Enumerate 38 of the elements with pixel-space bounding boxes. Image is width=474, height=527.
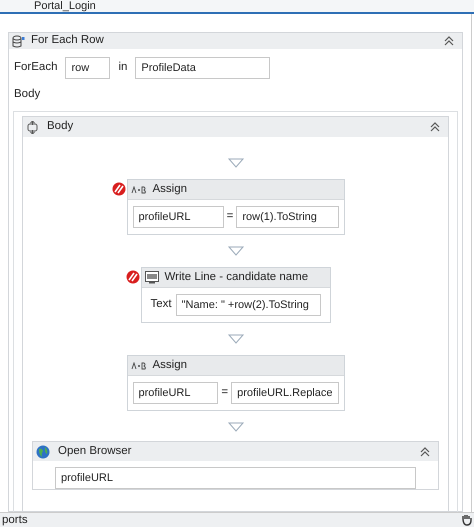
equals-sign: =: [226, 209, 234, 224]
globe-icon: [36, 444, 50, 458]
document-tab[interactable]: Portal_Login: [34, 0, 96, 12]
activity-title: Assign: [152, 182, 188, 197]
target-field[interactable]: profileURL: [132, 382, 218, 404]
sequence-icon: [26, 120, 39, 134]
database-icon: [12, 34, 25, 48]
hand-icon: [462, 514, 472, 526]
url-field[interactable]: profileURL: [55, 467, 416, 489]
drop-target-icon: [228, 246, 244, 256]
equals-sign: =: [221, 385, 228, 400]
activity-card[interactable]: Write Line - candidate name Text "Name: " +row(2).ToString: [140, 267, 330, 323]
panel-title: Body: [47, 119, 74, 134]
drop-target-icon: [228, 422, 244, 432]
activity-card[interactable]: Assign profileURL = profileURL.Replace: [126, 355, 344, 411]
panel-tab[interactable]: ports: [2, 514, 28, 526]
value-field[interactable]: profileURL.Replace: [231, 382, 338, 404]
body-label: Body: [14, 88, 40, 100]
value-field[interactable]: row(1).ToString: [236, 206, 338, 228]
item-field[interactable]: row: [65, 57, 110, 79]
in-label: in: [118, 60, 128, 76]
activity-card[interactable]: Assign profileURL = row(1).ToString: [126, 179, 344, 235]
assign-icon: [130, 362, 146, 370]
activity-title: Assign: [152, 358, 188, 373]
drop-target-icon: [228, 158, 244, 168]
collapse-icon[interactable]: [419, 446, 431, 458]
target-field[interactable]: profileURL: [132, 206, 224, 228]
panel-title: Open Browser: [58, 444, 132, 459]
text-label: Text: [150, 297, 172, 312]
collapse-icon[interactable]: [443, 35, 455, 47]
assign-icon: [130, 186, 146, 194]
text-field[interactable]: "Name: " +row(2).ToString: [176, 294, 320, 316]
panel-title: For Each Row: [31, 33, 104, 48]
collection-field[interactable]: ProfileData: [135, 57, 270, 79]
drop-target-icon: [228, 334, 244, 344]
collapse-icon[interactable]: [429, 121, 441, 133]
foreach-label: ForEach: [14, 60, 58, 76]
activity-title: Write Line - candidate name: [164, 270, 308, 285]
